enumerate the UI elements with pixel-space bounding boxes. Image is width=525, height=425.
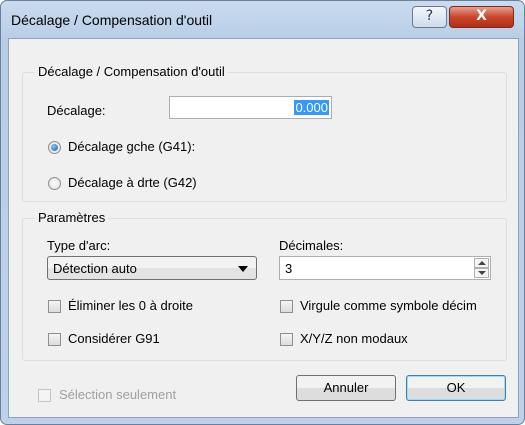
help-button[interactable]: ? <box>412 6 447 28</box>
offset-left-radio[interactable] <box>48 141 61 154</box>
ok-button[interactable]: OK <box>406 375 506 401</box>
remove-zeros-checkbox[interactable] <box>48 300 61 313</box>
close-icon: X <box>476 8 487 24</box>
xyz-nonmodal-label[interactable]: X/Y/Z non modaux <box>300 331 408 346</box>
selection-only-label: Sélection seulement <box>59 387 177 402</box>
offset-right-radio[interactable] <box>48 177 61 190</box>
arc-type-value: Détection auto <box>53 261 137 276</box>
offset-right-label[interactable]: Décalage à drte (G42) <box>68 175 197 190</box>
xyz-nonmodal-checkbox[interactable] <box>280 333 293 346</box>
arc-type-dropdown[interactable]: Détection auto <box>47 256 257 280</box>
caret-down-icon <box>478 271 486 275</box>
selection-only-checkbox <box>38 389 51 402</box>
cancel-button[interactable]: Annuler <box>296 375 396 401</box>
offset-label: Décalage: <box>47 103 106 118</box>
stepper-up-button[interactable] <box>474 258 489 268</box>
offset-input-value: 0.000 <box>294 100 329 115</box>
decimals-stepper[interactable]: 3 <box>279 256 491 280</box>
offset-left-label[interactable]: Décalage gche (G41): <box>68 139 195 154</box>
consider-g91-checkbox[interactable] <box>48 333 61 346</box>
dialog-client-area: Décalage / Compensation d'outil Décalage… <box>8 38 519 418</box>
offset-group-title: Décalage / Compensation d'outil <box>35 64 228 79</box>
decimals-label: Décimales: <box>279 238 344 253</box>
offset-input[interactable]: 0.000 <box>169 96 332 119</box>
dialog-window: Décalage / Compensation d'outil ? X Déca… <box>0 0 525 425</box>
consider-g91-label[interactable]: Considérer G91 <box>68 331 160 346</box>
close-button[interactable]: X <box>449 6 514 28</box>
help-icon: ? <box>425 8 434 24</box>
title-bar[interactable]: Décalage / Compensation d'outil ? X <box>1 1 524 37</box>
parameters-group-title: Paramètres <box>35 210 109 225</box>
decimals-value: 3 <box>285 261 293 276</box>
chevron-down-icon <box>238 266 248 272</box>
comma-decimal-label[interactable]: Virgule comme symbole décim <box>300 298 477 313</box>
arc-type-label: Type d'arc: <box>47 238 111 253</box>
comma-decimal-checkbox[interactable] <box>280 300 293 313</box>
caret-up-icon <box>478 261 486 265</box>
remove-zeros-label[interactable]: Éliminer les 0 à droite <box>68 298 193 313</box>
window-title: Décalage / Compensation d'outil <box>11 12 213 28</box>
stepper-down-button[interactable] <box>474 268 489 278</box>
